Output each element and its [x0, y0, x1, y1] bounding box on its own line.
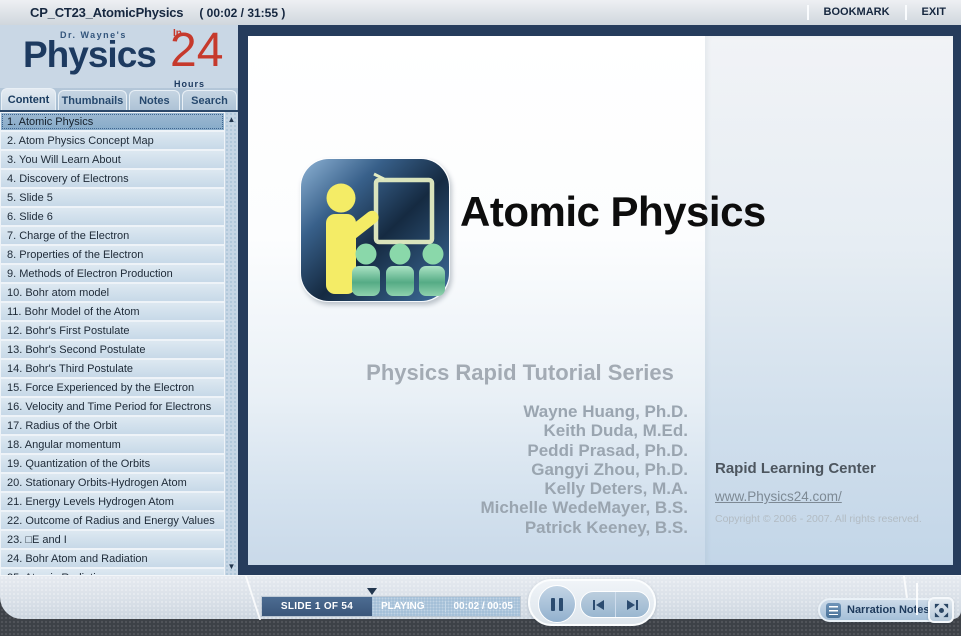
- toc-item[interactable]: 5. Slide 5: [1, 189, 224, 206]
- transport-controls: [528, 579, 656, 626]
- seek-buttons: [580, 591, 650, 618]
- course-title: CP_CT23_AtomicPhysics: [30, 5, 183, 20]
- pause-icon: [551, 598, 555, 611]
- slide-subtitle: Physics Rapid Tutorial Series: [352, 360, 688, 386]
- logo-word-text: Physics: [23, 34, 156, 76]
- author-line: Michelle WedeMayer, B.S.: [480, 498, 688, 517]
- toc-item[interactable]: 24. Bohr Atom and Radiation: [1, 550, 224, 567]
- exit-button[interactable]: EXIT: [905, 5, 961, 20]
- toc-item[interactable]: 8. Properties of the Electron: [1, 246, 224, 263]
- sidebar: Dr. Wayne's Physics 24 In Hours ContentT…: [0, 25, 238, 575]
- pause-icon: [559, 598, 563, 611]
- slide-title: Atomic Physics: [460, 188, 766, 236]
- author-line: Wayne Huang, Ph.D.: [480, 402, 688, 421]
- brand-logo: Dr. Wayne's Physics 24 In Hours: [0, 25, 238, 88]
- next-slide-button[interactable]: [615, 592, 649, 617]
- toc-item[interactable]: 11. Bohr Model of the Atom: [1, 303, 224, 320]
- tab-bar: ContentThumbnailsNotesSearch: [0, 88, 238, 112]
- bar-divider: [916, 583, 918, 615]
- progress-remaining: PLAYING 00:02 / 00:05: [372, 597, 520, 616]
- toc-item[interactable]: 2. Atom Physics Concept Map: [1, 132, 224, 149]
- slide-indicator: SLIDE 1 OF 54: [262, 597, 372, 616]
- toc-item[interactable]: 14. Bohr's Third Postulate: [1, 360, 224, 377]
- rapid-learning-panel: Rapid Learning Center www.Physics24.com/…: [715, 460, 943, 525]
- toc-item[interactable]: 6. Slide 6: [1, 208, 224, 225]
- slide-stage: Atomic Physics Physics Rapid Tutorial Se…: [238, 25, 961, 575]
- toc-list: 1. Atomic Physics 2. Atom Physics Concept…: [0, 112, 225, 575]
- toc-item[interactable]: 4. Discovery of Electrons: [1, 170, 224, 187]
- pause-button[interactable]: [538, 585, 576, 623]
- toc-item[interactable]: 9. Methods of Electron Production: [1, 265, 224, 282]
- author-line: Kelly Deters, M.A.: [480, 479, 688, 498]
- toc-item[interactable]: 12. Bohr's First Postulate: [1, 322, 224, 339]
- website-link[interactable]: www.Physics24.com/: [715, 489, 842, 504]
- toc-item[interactable]: 10. Bohr atom model: [1, 284, 224, 301]
- fullscreen-icon: [933, 602, 950, 619]
- skip-previous-icon: [596, 600, 604, 610]
- toc-item[interactable]: 15. Force Experienced by the Electron: [1, 379, 224, 396]
- tab-content[interactable]: Content: [1, 88, 56, 110]
- panel-heading: Rapid Learning Center: [715, 460, 943, 477]
- previous-slide-button[interactable]: [581, 592, 615, 617]
- bookmark-button[interactable]: BOOKMARK: [807, 5, 905, 20]
- logo-in-text: In: [173, 28, 182, 39]
- fullscreen-button[interactable]: [928, 597, 954, 623]
- scroll-down-icon[interactable]: ▼: [225, 559, 238, 573]
- skip-next-icon: [636, 600, 638, 610]
- toc-item[interactable]: 7. Charge of the Electron: [1, 227, 224, 244]
- document-icon: [826, 603, 841, 618]
- author-line: Peddi Prasad, Ph.D.: [480, 441, 688, 460]
- skip-next-icon: [627, 600, 635, 610]
- course-elapsed-time: ( 00:02 / 31:55 ): [199, 6, 285, 20]
- author-line: Gangyi Zhou, Ph.D.: [480, 460, 688, 479]
- tab-search[interactable]: Search: [182, 90, 237, 110]
- author-line: Keith Duda, M.Ed.: [480, 421, 688, 440]
- toc-item[interactable]: 23. □E and I: [1, 531, 224, 548]
- tab-notes[interactable]: Notes: [129, 90, 180, 110]
- narration-notes-button[interactable]: Narration Notes: [818, 598, 945, 622]
- scroll-up-icon[interactable]: ▲: [225, 112, 238, 126]
- slide-canvas: Atomic Physics Physics Rapid Tutorial Se…: [248, 36, 953, 565]
- copyright-text: Copyright © 2006 - 2007. All rights rese…: [715, 513, 943, 525]
- toc-item[interactable]: 3. You Will Learn About: [1, 151, 224, 168]
- toc-item[interactable]: 17. Radius of the Orbit: [1, 417, 224, 434]
- toc-item[interactable]: 19. Quantization of the Orbits: [1, 455, 224, 472]
- skip-previous-icon: [593, 600, 595, 610]
- playback-status: PLAYING: [381, 601, 425, 612]
- title-bar-actions: BOOKMARK EXIT: [807, 0, 961, 25]
- playhead-marker-icon[interactable]: [367, 588, 377, 595]
- tab-thumbnails[interactable]: Thumbnails: [58, 90, 127, 110]
- authors-list: Wayne Huang, Ph.D.Keith Duda, M.Ed.Peddi…: [480, 402, 688, 537]
- panel-seam: [245, 576, 261, 620]
- toc-item[interactable]: 20. Stationary Orbits-Hydrogen Atom: [1, 474, 224, 491]
- player-bar: SLIDE 1 OF 54 PLAYING 00:02 / 00:05: [0, 575, 961, 619]
- toc-item[interactable]: 13. Bohr's Second Postulate: [1, 341, 224, 358]
- slide-time: 00:02 / 00:05: [445, 601, 514, 612]
- toc-scrollbar[interactable]: ▲ ▼: [225, 112, 238, 575]
- author-line: Patrick Keeney, B.S.: [480, 518, 688, 537]
- toc-item[interactable]: 22. Outcome of Radius and Energy Values: [1, 512, 224, 529]
- course-player-window: CP_CT23_AtomicPhysics ( 00:02 / 31:55 ) …: [0, 0, 961, 636]
- teacher-classroom-icon: [300, 158, 450, 302]
- toc-item[interactable]: 18. Angular momentum: [1, 436, 224, 453]
- progress-bar[interactable]: SLIDE 1 OF 54 PLAYING 00:02 / 00:05: [262, 597, 520, 616]
- toc-item[interactable]: 1. Atomic Physics: [1, 113, 224, 130]
- toc-item[interactable]: 16. Velocity and Time Period for Electro…: [1, 398, 224, 415]
- logo-hours-text: Hours: [174, 79, 205, 88]
- title-bar: CP_CT23_AtomicPhysics ( 00:02 / 31:55 ) …: [0, 0, 961, 25]
- toc-item[interactable]: 21. Energy Levels Hydrogen Atom: [1, 493, 224, 510]
